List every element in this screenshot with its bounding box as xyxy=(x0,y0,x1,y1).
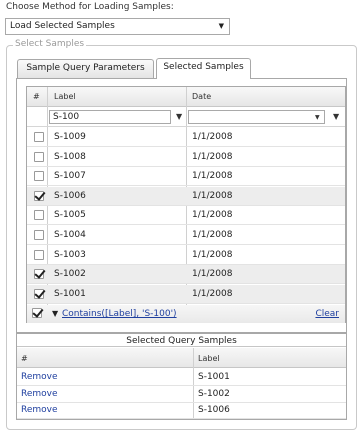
row-date: 1/1/2008 xyxy=(192,151,233,162)
selected-query-samples-table: Selected Query Samples # Label Remove S-1… xyxy=(16,333,347,420)
table-row[interactable]: S-1009 1/1/2008 xyxy=(27,128,345,147)
remove-link[interactable]: Remove xyxy=(21,389,58,399)
funnel-icon[interactable]: ▼ xyxy=(176,112,182,121)
row-checkbox[interactable] xyxy=(34,249,44,260)
sample-label: S-1006 xyxy=(198,405,230,415)
row-checkbox[interactable] xyxy=(34,132,44,142)
method-select-value: Load Selected Samples xyxy=(10,21,115,31)
selected-query-samples-title: Selected Query Samples xyxy=(17,333,346,347)
sqs-column-label[interactable]: Label xyxy=(198,354,220,363)
sample-label: S-1002 xyxy=(198,388,230,399)
remove-link[interactable]: Remove xyxy=(21,372,58,382)
row-label: S-1006 xyxy=(54,190,86,201)
row-date: 1/1/2008 xyxy=(192,190,233,201)
row-label: S-1007 xyxy=(54,171,86,182)
sample-label: S-1001 xyxy=(198,372,230,382)
row-label: S-1003 xyxy=(54,249,86,260)
filter-enabled-checkbox[interactable] xyxy=(32,308,42,318)
tab-selected-samples[interactable]: Selected Samples xyxy=(156,58,251,79)
row-label: S-1005 xyxy=(54,210,86,221)
table-row[interactable]: S-1004 1/1/2008 xyxy=(27,226,345,245)
list-item: Remove S-1002 xyxy=(17,386,346,403)
row-label: S-1002 xyxy=(54,269,86,280)
row-checkbox[interactable] xyxy=(34,210,44,221)
table-row[interactable]: S-1001 1/1/2008 xyxy=(27,284,345,304)
sqs-column-number[interactable]: # xyxy=(21,354,28,363)
label-filter-input[interactable]: S-100 xyxy=(49,110,171,124)
date-filter-input[interactable] xyxy=(188,110,325,124)
column-header-number[interactable]: # xyxy=(33,92,40,101)
filter-expression-link[interactable]: Contains([Label], 'S-100') xyxy=(62,309,177,319)
grid-footer: ▼ Contains([Label], 'S-100') Clear xyxy=(27,305,345,323)
row-checkbox[interactable] xyxy=(34,151,44,162)
row-label: S-1001 xyxy=(54,288,86,299)
table-row[interactable]: S-1008 1/1/2008 xyxy=(27,148,345,167)
row-checkbox[interactable] xyxy=(34,230,44,240)
method-label: Choose Method for Loading Samples: xyxy=(6,2,174,12)
remove-link[interactable]: Remove xyxy=(21,405,58,415)
filter-row: S-100 ▼ ▼ ▼ xyxy=(27,108,345,127)
table-row[interactable]: S-1002 1/1/2008 xyxy=(27,265,345,285)
column-header-label[interactable]: Label xyxy=(54,92,76,101)
row-date: 1/1/2008 xyxy=(192,210,233,221)
table-row[interactable]: S-1005 1/1/2008 xyxy=(27,206,345,226)
funnel-icon: ▼ xyxy=(52,309,59,318)
row-label: S-1004 xyxy=(54,230,86,240)
row-date: 1/1/2008 xyxy=(192,132,233,142)
list-item: Remove S-1001 xyxy=(17,369,346,386)
samples-grid: # Label Date S-100 ▼ ▼ ▼ S-1009 1/1/2008 S… xyxy=(26,86,346,323)
sqs-header: # Label xyxy=(17,348,346,368)
chevron-down-icon[interactable]: ▼ xyxy=(315,114,320,121)
row-checkbox[interactable] xyxy=(34,171,44,182)
table-row[interactable]: S-1003 1/1/2008 xyxy=(27,246,345,265)
tab-sample-query-parameters[interactable]: Sample Query Parameters xyxy=(17,59,154,78)
row-date: 1/1/2008 xyxy=(192,249,233,260)
clear-filter-link[interactable]: Clear xyxy=(315,309,339,319)
row-date: 1/1/2008 xyxy=(192,269,233,280)
fieldset-legend: Select Samples xyxy=(13,39,87,49)
chevron-down-icon: ▼ xyxy=(218,22,224,30)
method-select[interactable]: Load Selected Samples ▼ xyxy=(5,18,230,35)
row-checkbox[interactable] xyxy=(34,288,44,299)
list-item: Remove S-1006 xyxy=(17,402,346,419)
row-date: 1/1/2008 xyxy=(192,171,233,182)
table-row[interactable]: S-1006 1/1/2008 xyxy=(27,186,345,206)
row-checkbox[interactable] xyxy=(34,269,44,280)
row-label: S-1008 xyxy=(54,151,86,162)
row-date: 1/1/2008 xyxy=(192,230,233,240)
table-row[interactable]: S-1007 1/1/2008 xyxy=(27,167,345,187)
row-checkbox[interactable] xyxy=(34,190,44,201)
funnel-icon[interactable]: ▼ xyxy=(333,112,339,121)
column-header-date[interactable]: Date xyxy=(192,92,211,101)
row-date: 1/1/2008 xyxy=(192,288,233,299)
row-label: S-1009 xyxy=(54,132,86,142)
